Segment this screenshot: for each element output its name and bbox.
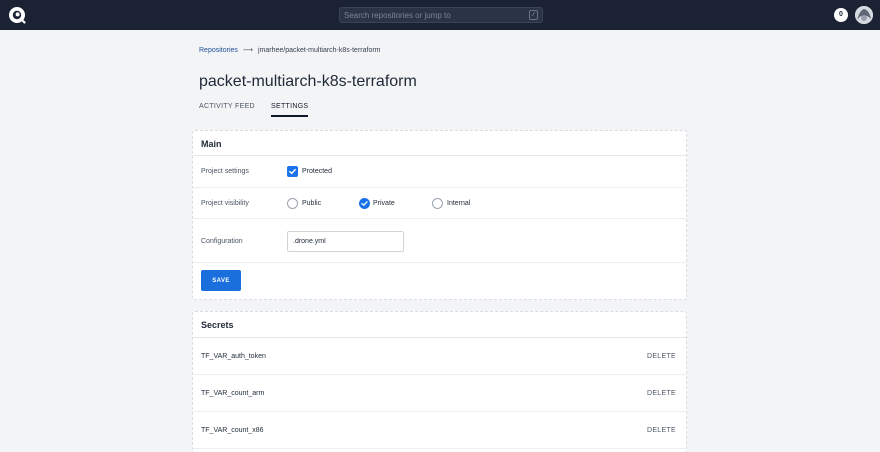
search-input[interactable] — [344, 9, 524, 21]
tab-settings[interactable]: SETTINGS — [271, 103, 309, 117]
secret-row: TF_VAR_count_arm DELETE — [193, 375, 686, 412]
search-box[interactable]: / — [339, 7, 543, 23]
protected-label[interactable]: Protected — [302, 168, 332, 175]
breadcrumb-current: jmarhee/packet-multiarch-k8s-terraform — [257, 47, 381, 54]
main-settings-card: Main Project settings Protected Project … — [192, 130, 687, 300]
visibility-internal-label[interactable]: Internal — [447, 200, 470, 207]
project-settings-label: Project settings — [201, 168, 249, 175]
top-navigation-bar: / 0 — [0, 0, 880, 30]
drone-logo-icon[interactable] — [8, 6, 26, 24]
configuration-field[interactable] — [287, 231, 404, 252]
main-card-header: Main — [193, 131, 686, 156]
save-button[interactable]: SAVE — [201, 270, 241, 291]
user-avatar[interactable] — [855, 6, 873, 24]
breadcrumb: Repositories ⟶ jmarhee/packet-multiarch-k8… — [199, 46, 381, 54]
secrets-card-title: Secrets — [201, 320, 234, 330]
page-title: packet-multiarch-k8s-terraform — [199, 73, 417, 90]
main-card-title: Main — [201, 139, 222, 149]
arrow-right-icon: ⟶ — [242, 47, 253, 54]
secret-name: TF_VAR_auth_token — [201, 353, 266, 360]
configuration-label: Configuration — [201, 238, 243, 245]
notification-badge[interactable]: 0 — [834, 8, 848, 22]
secrets-card: Secrets TF_VAR_auth_token DELETE TF_VAR_… — [192, 311, 687, 452]
delete-secret-button[interactable]: DELETE — [647, 390, 676, 397]
project-visibility-label: Project visibility — [201, 200, 249, 207]
secret-name: TF_VAR_count_x86 — [201, 427, 264, 434]
configuration-row: Configuration — [193, 219, 686, 263]
delete-secret-button[interactable]: DELETE — [647, 427, 676, 434]
secret-name: TF_VAR_count_arm — [201, 390, 265, 397]
secret-row: TF_VAR_auth_token DELETE — [193, 338, 686, 375]
project-settings-row: Project settings Protected — [193, 156, 686, 188]
delete-secret-button[interactable]: DELETE — [647, 353, 676, 360]
visibility-public-radio[interactable] — [287, 198, 298, 209]
secret-row: TF_VAR_count_x86 DELETE — [193, 412, 686, 449]
visibility-private-label[interactable]: Private — [373, 200, 395, 207]
visibility-private-radio[interactable] — [359, 198, 370, 209]
tab-activity-feed[interactable]: ACTIVITY FEED — [199, 103, 255, 110]
secrets-card-header: Secrets — [193, 312, 686, 338]
visibility-internal-radio[interactable] — [432, 198, 443, 209]
project-visibility-row: Project visibility Public Private Intern… — [193, 188, 686, 219]
breadcrumb-repositories-link[interactable]: Repositories — [199, 47, 238, 54]
protected-checkbox[interactable] — [287, 166, 298, 177]
search-shortcut-key: / — [529, 10, 538, 20]
visibility-public-label[interactable]: Public — [302, 200, 321, 207]
